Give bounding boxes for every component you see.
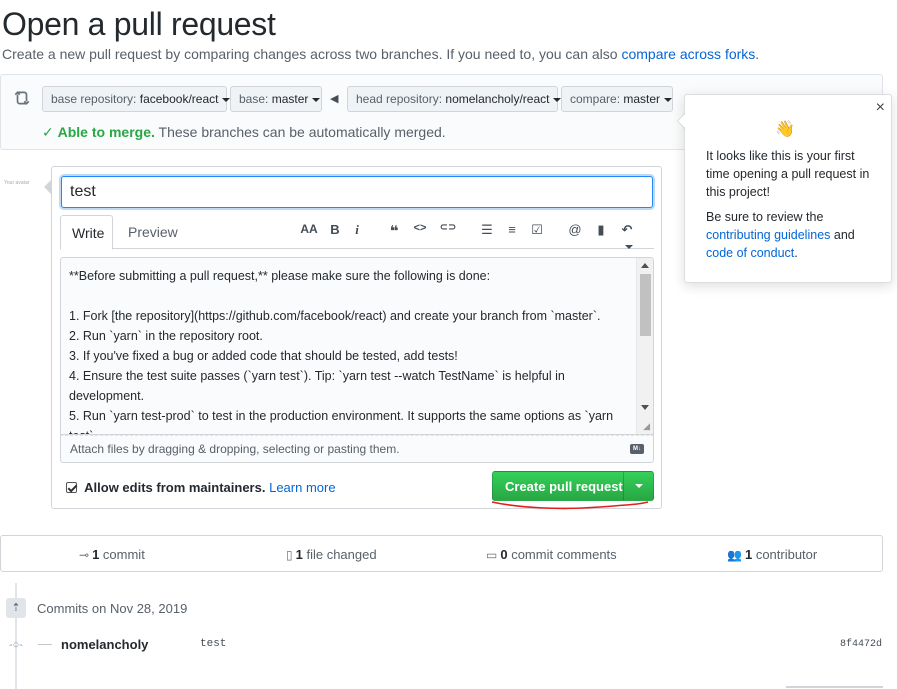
learn-more-link[interactable]: Learn more (269, 480, 335, 495)
commit-message-link[interactable]: test (200, 638, 226, 650)
subtitle-period: . (755, 46, 760, 62)
popover-guidelines: Be sure to review the contributing guide… (706, 210, 855, 260)
commit-comments-summary[interactable]: ▭ 0 commit comments (486, 547, 617, 562)
body-line: 1. Fork [the repository](https://github.… (69, 309, 601, 323)
compare-branch-value: master (623, 92, 661, 106)
body-line: 5. Run `yarn test-prod` to test in the p… (69, 409, 614, 434)
create-pull-request-button[interactable]: Create pull request (492, 471, 654, 501)
commits-summary[interactable]: ⊸ 1 commit (79, 547, 145, 562)
code-icon[interactable]: <> (411, 222, 429, 234)
mention-icon[interactable]: @ (566, 222, 584, 237)
compare-branch-label: compare: (570, 92, 621, 106)
pull-request-form: Write Preview AA B i ❝ <> ⊂⊃ ☰ ≡ ☑ @ ▮ ↶… (44, 166, 662, 509)
annotation-underline (491, 501, 649, 510)
tab-preview[interactable]: Preview (117, 215, 189, 250)
sync-icon (14, 91, 30, 105)
resize-grip-icon[interactable]: ◢ (643, 421, 650, 432)
base-branch-label: base: (239, 92, 269, 106)
page-subtitle: Create a new pull request by comparing c… (2, 46, 759, 62)
contributors-summary[interactable]: 👥 1 contributor (727, 547, 817, 562)
compare-branch-select[interactable]: compare: master (561, 86, 673, 112)
body-line (69, 286, 635, 306)
compare-across-forks-link[interactable]: compare across forks (621, 46, 755, 62)
attach-files-dropzone[interactable]: Attach files by dragging & dropping, sel… (60, 435, 654, 463)
body-line: 4. Ensure the test suite passes (`yarn t… (69, 369, 565, 403)
head-repository-label: head repository: (356, 92, 443, 106)
commit-icon: -○- (9, 639, 23, 651)
popover-message: It looks like this is your first time op… (706, 149, 870, 199)
people-icon: 👥 (727, 548, 742, 562)
scroll-up-icon[interactable] (641, 263, 649, 268)
quote-icon[interactable]: ❝ (385, 222, 403, 240)
chevron-down-icon (312, 97, 321, 102)
bold-icon[interactable]: B (326, 222, 344, 237)
header-icon[interactable]: AA (300, 222, 318, 236)
base-repository-value: facebook/react (139, 92, 219, 106)
arrow-left-icon: ◀ (330, 93, 339, 105)
files-changed-summary[interactable]: ▯ 1 file changed (286, 547, 377, 562)
commit-author-link[interactable]: nomelancholy (61, 637, 148, 652)
pr-body-text: **Before submitting a pull request,** pl… (69, 266, 635, 434)
merge-status: ✓ Able to merge. These branches can be a… (42, 124, 446, 141)
contributing-guidelines-link[interactable]: contributing guidelines (706, 228, 830, 242)
waving-hand-icon: 👋 (775, 121, 795, 138)
pr-body-textarea[interactable]: **Before submitting a pull request,** pl… (60, 257, 654, 435)
base-repository-label: base repository: (51, 92, 137, 106)
markdown-icon[interactable]: M↓ (630, 444, 644, 454)
tab-write[interactable]: Write (60, 215, 113, 250)
allow-edits-checkbox[interactable] (66, 482, 77, 493)
divider (786, 686, 883, 688)
base-branch-value: master (271, 92, 309, 106)
body-line: 3. If you've fixed a bug or added code t… (69, 349, 458, 363)
subtitle-text: Create a new pull request by comparing c… (2, 46, 618, 62)
textarea-scrollbar[interactable] (636, 258, 653, 434)
allow-edits-label: Allow edits from maintainers. (84, 480, 266, 495)
close-icon[interactable]: × (876, 99, 885, 117)
create-pull-request-label: Create pull request (505, 479, 623, 494)
pr-title-input[interactable] (61, 176, 653, 208)
commit-sha-link[interactable]: 8f4472d (840, 639, 882, 650)
scroll-down-icon[interactable] (641, 405, 649, 410)
numbered-list-icon[interactable]: ≡ (503, 222, 521, 237)
attach-files-label: Attach files by dragging & dropping, sel… (70, 442, 400, 456)
base-repository-select[interactable]: base repository: facebook/react (42, 86, 231, 112)
base-branch-select[interactable]: base: master (230, 86, 322, 112)
reply-icon[interactable]: ↶ (618, 222, 636, 253)
check-icon: ✓ (42, 124, 54, 140)
code-of-conduct-link[interactable]: code of conduct (706, 246, 794, 260)
merge-status-text: These branches can be automatically merg… (158, 124, 446, 140)
bookmark-icon[interactable]: ▮ (592, 222, 610, 238)
head-repository-value: nomelancholy/react (445, 92, 550, 106)
repo-push-icon: ⇡ (6, 598, 26, 618)
scroll-thumb[interactable] (640, 274, 651, 336)
page-title: Open a pull request (2, 6, 276, 42)
italic-icon[interactable]: i (348, 222, 366, 238)
file-diff-icon: ▯ (286, 548, 293, 562)
commit-icon: ⊸ (79, 548, 90, 562)
body-line: 2. Run `yarn` in the repository root. (69, 329, 263, 343)
allow-edits-row: Allow edits from maintainers. Learn more (66, 480, 336, 495)
chevron-down-icon[interactable] (635, 484, 643, 488)
avatar (38, 644, 52, 645)
task-list-icon[interactable]: ☑ (528, 222, 546, 238)
link-icon[interactable]: ⊂⊃ (437, 222, 459, 233)
merge-ok-label: Able to merge. (57, 124, 155, 140)
commits-date-header: Commits on Nov 28, 2019 (37, 601, 188, 616)
avatar: Your avatar (4, 180, 30, 186)
first-pr-popover: × 👋 It looks like this is your first tim… (677, 94, 892, 283)
body-line: **Before submitting a pull request,** pl… (69, 269, 491, 283)
compare-summary: ⊸ 1 commit ▯ 1 file changed ▭ 0 commit comm… (0, 535, 883, 572)
comment-icon: ▭ (486, 548, 498, 562)
head-repository-select[interactable]: head repository: nomelancholy/react (347, 86, 562, 112)
chevron-down-icon (664, 97, 673, 102)
button-divider (623, 472, 624, 500)
bulleted-list-icon[interactable]: ☰ (478, 222, 496, 238)
